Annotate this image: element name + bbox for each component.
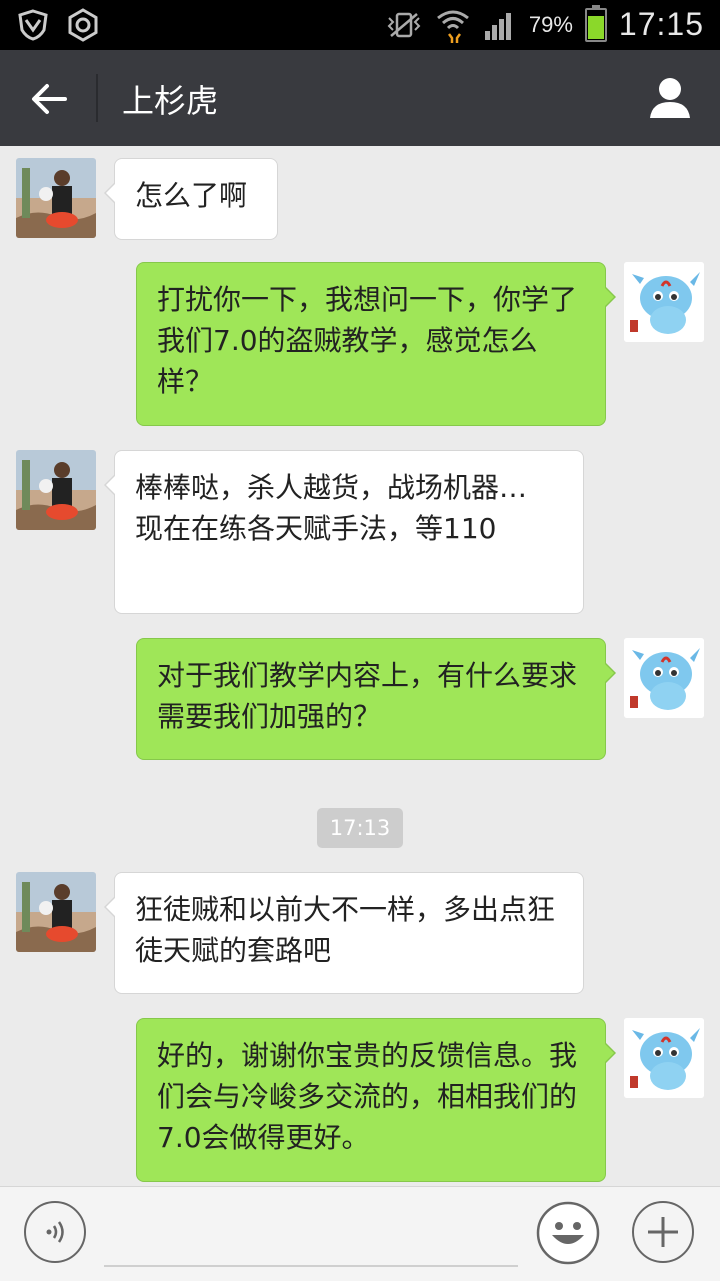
message-text: 怎么了啊	[135, 179, 248, 212]
plus-icon	[648, 1217, 678, 1247]
input-bar	[0, 1186, 720, 1281]
message-text: 棒棒哒，杀人越货，战场机器… 现在在练各天赋手法，等110	[135, 471, 528, 545]
chat-area[interactable]: 怎么了啊 打扰你一下，我想问一下，你学了我们7.0的盗贼教学，感觉怎么样？ 棒棒…	[0, 146, 720, 1186]
message-input[interactable]	[104, 1201, 518, 1267]
message-bubble-outgoing[interactable]: 对于我们教学内容上，有什么要求需要我们加强的？	[136, 638, 616, 760]
message-text: 对于我们教学内容上，有什么要求需要我们加强的？	[157, 659, 578, 733]
settings-hex-icon	[68, 8, 98, 42]
message-text: 狂徒贼和以前大不一样，多出点狂徒天赋的套路吧	[135, 893, 556, 967]
my-avatar[interactable]	[624, 262, 704, 342]
timestamp: 17:13	[317, 808, 403, 848]
battery-icon	[584, 4, 607, 42]
message-bubble-incoming[interactable]: 狂徒贼和以前大不一样，多出点狂徒天赋的套路吧	[104, 872, 584, 994]
more-button[interactable]	[632, 1201, 694, 1263]
battery-percent: 79%	[528, 11, 573, 37]
chat-title: 上杉虎	[122, 82, 219, 120]
message-text: 打扰你一下，我想问一下，你学了我们7.0的盗贼教学，感觉怎么样？	[157, 283, 578, 398]
status-bar: 79% 17:15	[0, 0, 720, 50]
person-icon	[650, 78, 690, 118]
back-button[interactable]	[24, 74, 74, 124]
status-time: 17:15	[618, 6, 704, 42]
message-bubble-outgoing[interactable]: 打扰你一下，我想问一下，你学了我们7.0的盗贼教学，感觉怎么样？	[136, 262, 616, 426]
arrow-left-icon	[32, 84, 67, 114]
smiley-icon	[536, 1201, 600, 1265]
emoji-button[interactable]	[536, 1201, 600, 1265]
user-avatar[interactable]	[16, 872, 96, 952]
user-avatar[interactable]	[16, 158, 96, 238]
title-divider	[96, 74, 98, 122]
wifi-icon	[436, 10, 469, 43]
shield-icon	[18, 9, 48, 41]
my-avatar[interactable]	[624, 1018, 704, 1098]
user-avatar[interactable]	[16, 450, 96, 530]
signal-icon	[484, 12, 511, 40]
message-bubble-outgoing[interactable]: 好的，谢谢你宝贵的反馈信息。我们会与冷峻多交流的，相相我们的7.0会做得更好。	[136, 1018, 616, 1182]
voice-button[interactable]	[24, 1201, 86, 1263]
vibrate-mute-icon	[387, 12, 421, 37]
voice-icon	[46, 1221, 64, 1243]
battery-level	[587, 16, 604, 39]
profile-button[interactable]	[648, 76, 692, 120]
message-bubble-incoming[interactable]: 棒棒哒，杀人越货，战场机器… 现在在练各天赋手法，等110	[104, 450, 584, 614]
title-bar: 上杉虎	[0, 50, 720, 146]
my-avatar[interactable]	[624, 638, 704, 718]
message-text: 好的，谢谢你宝贵的反馈信息。我们会与冷峻多交流的，相相我们的7.0会做得更好。	[157, 1039, 578, 1154]
message-bubble-incoming[interactable]: 怎么了啊	[104, 158, 278, 240]
